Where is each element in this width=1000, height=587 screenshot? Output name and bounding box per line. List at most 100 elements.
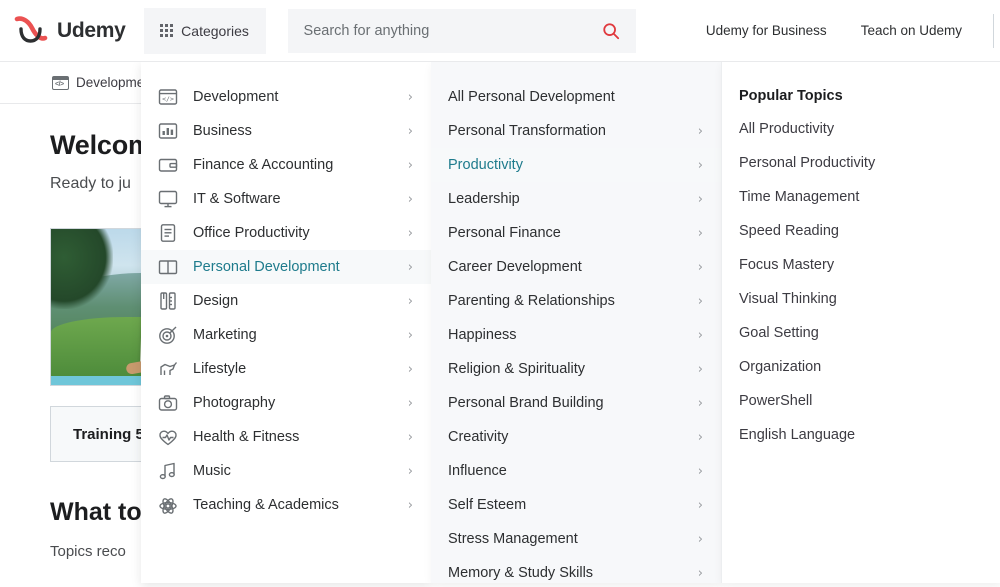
music-note-icon bbox=[157, 460, 179, 482]
chevron-right-icon: › bbox=[698, 363, 703, 376]
nav-link-udemy-for-business[interactable]: Udemy for Business bbox=[689, 23, 844, 38]
subcategory-item-label: Leadership bbox=[448, 191, 520, 207]
subcategory-item-label: Religion & Spirituality bbox=[448, 361, 585, 377]
grid-icon bbox=[160, 24, 173, 37]
camera-icon bbox=[157, 392, 179, 414]
chevron-right-icon: › bbox=[698, 227, 703, 240]
categories-button[interactable]: Categories bbox=[144, 8, 266, 54]
category-item[interactable]: Teaching & Academics› bbox=[141, 488, 431, 522]
atom-icon bbox=[157, 494, 179, 516]
popular-topic-item[interactable]: All Productivity bbox=[722, 112, 1000, 146]
subcategory-item[interactable]: Leadership› bbox=[431, 182, 721, 216]
category-item-label: Marketing bbox=[193, 327, 257, 343]
subcategory-item[interactable]: All Personal Development bbox=[431, 80, 721, 114]
subcategory-item[interactable]: Happiness› bbox=[431, 318, 721, 352]
category-item-label: Personal Development bbox=[193, 259, 340, 275]
popular-topic-item[interactable]: Goal Setting bbox=[722, 316, 1000, 350]
category-item-label: Design bbox=[193, 293, 238, 309]
chevron-right-icon: › bbox=[408, 227, 413, 240]
category-item[interactable]: Business› bbox=[141, 114, 431, 148]
popular-topic-label: All Productivity bbox=[739, 121, 834, 137]
chevron-right-icon: › bbox=[408, 363, 413, 376]
search-input[interactable] bbox=[304, 23, 602, 39]
chevron-right-icon: › bbox=[698, 125, 703, 138]
subcategory-item[interactable]: Parenting & Relationships › bbox=[431, 284, 721, 318]
category-item[interactable]: Personal Development › bbox=[141, 250, 431, 284]
chevron-right-icon: › bbox=[408, 193, 413, 206]
popular-topic-label: PowerShell bbox=[739, 393, 812, 409]
category-item[interactable]: Design › bbox=[141, 284, 431, 318]
chevron-right-icon: › bbox=[408, 91, 413, 104]
popular-topics-heading: Popular Topics bbox=[722, 80, 1000, 112]
chevron-right-icon: › bbox=[698, 295, 703, 308]
udemy-logo[interactable]: Udemy bbox=[14, 16, 126, 46]
subcategory-item-label: Self Esteem bbox=[448, 497, 526, 513]
category-item[interactable]: Music› bbox=[141, 454, 431, 488]
subcategory-item[interactable]: Career Development › bbox=[431, 250, 721, 284]
chevron-right-icon: › bbox=[408, 499, 413, 512]
subcategory-item[interactable]: Personal Finance › bbox=[431, 216, 721, 250]
subcategory-item[interactable]: Stress Management› bbox=[431, 522, 721, 556]
monitor-icon bbox=[157, 188, 179, 210]
popular-topic-item[interactable]: Time Management bbox=[722, 180, 1000, 214]
chevron-right-icon: › bbox=[698, 465, 703, 478]
subcategory-item[interactable]: Productivity› bbox=[431, 148, 721, 182]
chevron-right-icon: › bbox=[698, 261, 703, 274]
category-item[interactable]: IT & Software› bbox=[141, 182, 431, 216]
popular-topic-item[interactable]: Visual Thinking bbox=[722, 282, 1000, 316]
search-bar[interactable] bbox=[288, 9, 636, 53]
category-item[interactable]: Health & Fitness› bbox=[141, 420, 431, 454]
subcategory-item-label: Creativity bbox=[448, 429, 508, 445]
popular-topic-label: Time Management bbox=[739, 189, 859, 205]
popular-topic-item[interactable]: Personal Productivity bbox=[722, 146, 1000, 180]
menu-column-subcategories: All Personal DevelopmentPersonal Transfo… bbox=[431, 62, 721, 583]
subcategory-item[interactable]: Influence› bbox=[431, 454, 721, 488]
chevron-right-icon: › bbox=[408, 159, 413, 172]
chevron-right-icon: › bbox=[408, 397, 413, 410]
svg-text:</>: </> bbox=[162, 95, 174, 103]
category-item[interactable]: </> Development › bbox=[141, 80, 431, 114]
popular-topic-item[interactable]: PowerShell bbox=[722, 384, 1000, 418]
search-icon[interactable] bbox=[602, 22, 620, 40]
chevron-right-icon: › bbox=[698, 533, 703, 546]
subcategory-item-label: Career Development bbox=[448, 259, 582, 275]
popular-topic-label: Visual Thinking bbox=[739, 291, 837, 307]
popular-topic-item[interactable]: Focus Mastery bbox=[722, 248, 1000, 282]
subcategory-item[interactable]: Personal Transformation › bbox=[431, 114, 721, 148]
app-root: </> Development Welcome Ready to ju Trai… bbox=[0, 0, 1000, 587]
popular-topic-item[interactable]: Organization bbox=[722, 350, 1000, 384]
popular-topic-label: Focus Mastery bbox=[739, 257, 834, 273]
code-window-icon: </> bbox=[157, 86, 179, 108]
nav-link-teach-on-udemy[interactable]: Teach on Udemy bbox=[844, 23, 979, 38]
category-item[interactable]: Office Productivity › bbox=[141, 216, 431, 250]
category-item-label: Office Productivity bbox=[193, 225, 310, 241]
subcategory-item-label: Personal Transformation bbox=[448, 123, 606, 139]
popular-topic-label: Organization bbox=[739, 359, 821, 375]
chevron-right-icon: › bbox=[698, 499, 703, 512]
subcategory-item[interactable]: Personal Brand Building› bbox=[431, 386, 721, 420]
category-item-label: Lifestyle bbox=[193, 361, 246, 377]
category-item[interactable]: Photography› bbox=[141, 386, 431, 420]
category-item[interactable]: Finance & Accounting› bbox=[141, 148, 431, 182]
chevron-right-icon: › bbox=[698, 567, 703, 580]
chevron-right-icon: › bbox=[408, 125, 413, 138]
chevron-right-icon: › bbox=[408, 261, 413, 274]
popular-topic-item[interactable]: Speed Reading bbox=[722, 214, 1000, 248]
subcategory-item[interactable]: Religion & Spirituality › bbox=[431, 352, 721, 386]
subcategory-item-label: Personal Finance bbox=[448, 225, 561, 241]
menu-column-popular-topics: Popular Topics All Productivity Personal … bbox=[721, 62, 1000, 583]
popular-topic-item[interactable]: English Language bbox=[722, 418, 1000, 452]
categories-button-label: Categories bbox=[181, 23, 249, 39]
bar-chart-icon bbox=[157, 120, 179, 142]
subcategory-item[interactable]: Creativity› bbox=[431, 420, 721, 454]
subcategory-item[interactable]: Memory & Study Skills› bbox=[431, 556, 721, 583]
subcategory-item-label: Parenting & Relationships bbox=[448, 293, 615, 309]
category-item[interactable]: Marketing› bbox=[141, 318, 431, 352]
category-item-label: Development bbox=[193, 89, 278, 105]
popular-topic-label: Speed Reading bbox=[739, 223, 839, 239]
category-item[interactable]: Lifestyle › bbox=[141, 352, 431, 386]
pen-ruler-icon bbox=[157, 290, 179, 312]
subcategory-item[interactable]: Self Esteem › bbox=[431, 488, 721, 522]
chevron-right-icon: › bbox=[408, 295, 413, 308]
clipboard-icon bbox=[157, 222, 179, 244]
